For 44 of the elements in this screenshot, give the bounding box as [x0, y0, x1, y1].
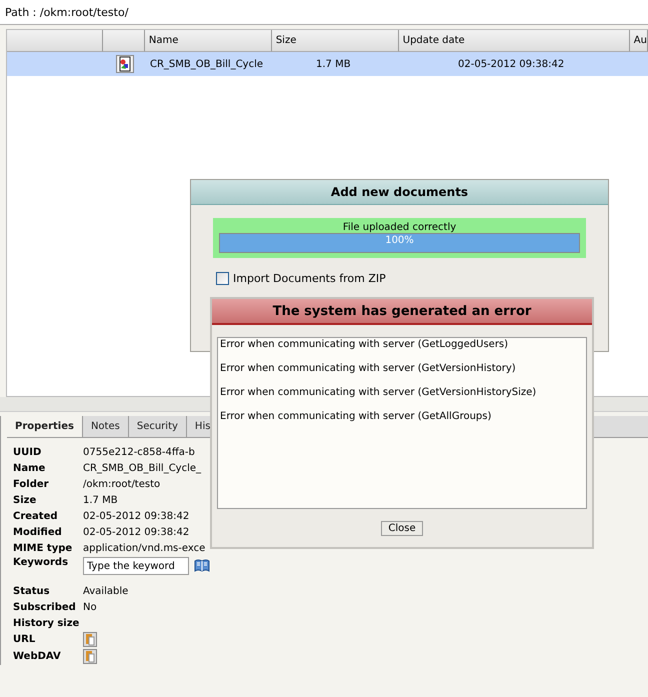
property-value: 02-05-2012 09:38:42: [83, 526, 190, 538]
property-value: CR_SMB_OB_Bill_Cycle_: [83, 462, 202, 474]
book-icon[interactable]: [194, 559, 210, 573]
property-label: Subscribed: [13, 602, 77, 612]
error-message: Error when communicating with server (GetLoggedUsers): [220, 339, 510, 352]
dialog-title: Add new documents: [191, 180, 608, 205]
property-label: Name: [13, 462, 46, 474]
error-message: Error when communicating with server (GetVersionHistory): [220, 363, 517, 376]
error-message: Error when communicating with server (GetVersionHistorySize): [220, 387, 538, 400]
property-label: Created: [13, 510, 59, 522]
clipboard-icon[interactable]: [83, 649, 97, 664]
property-label: History size: [13, 618, 80, 628]
property-label: WebDAV: [13, 651, 62, 662]
property-label: Folder: [13, 478, 50, 490]
property-label: URL: [13, 634, 36, 645]
checkbox[interactable]: [216, 272, 229, 285]
property-label: UUID: [13, 446, 42, 458]
path-label: Path : /okm:root/testo/: [5, 6, 128, 18]
property-label: Modified: [13, 526, 63, 538]
property-value: /okm:root/testo: [83, 478, 160, 490]
file-row[interactable]: CR_SMB_OB_Bill_Cycle 1.7 MB 02-05-2012 09:38:42: [7, 52, 648, 76]
table-cell-text: 02-05-2012 09:38:42: [457, 58, 566, 70]
property-label: Status: [13, 586, 51, 596]
property-value: No: [83, 602, 97, 612]
property-value: Available: [83, 586, 128, 596]
property-value: 0755e212-c858-4ffa-b: [83, 446, 195, 458]
property-label: Keywords: [13, 557, 70, 568]
table-cell-text: CR_SMB_OB_Bill_Cycle: [149, 58, 264, 70]
keyword-field[interactable]: Type the keyword: [83, 557, 189, 575]
property-value: 1.7 MB: [83, 494, 118, 506]
progress-label: 100%: [385, 235, 414, 246]
property-label: MIME type: [13, 542, 74, 554]
checkbox-label: Import Documents from ZIP: [233, 272, 386, 285]
error-message: Error when communicating with server (GetAllGroups): [220, 411, 492, 424]
upload-status: File uploaded correctly: [342, 222, 456, 233]
tab[interactable]: Properties: [7, 416, 83, 437]
property-value: application/vnd.ms-exce: [83, 542, 206, 554]
property-value: 02-05-2012 09:38:42: [83, 510, 190, 522]
clipboard-icon[interactable]: [83, 632, 97, 647]
property-label: Size: [13, 494, 38, 506]
table-cell-text: 1.7 MB: [315, 58, 352, 70]
close-button[interactable]: Close: [381, 521, 423, 536]
spreadsheet-file-icon: [116, 55, 134, 73]
dialog-title: The system has generated an error: [212, 299, 592, 325]
